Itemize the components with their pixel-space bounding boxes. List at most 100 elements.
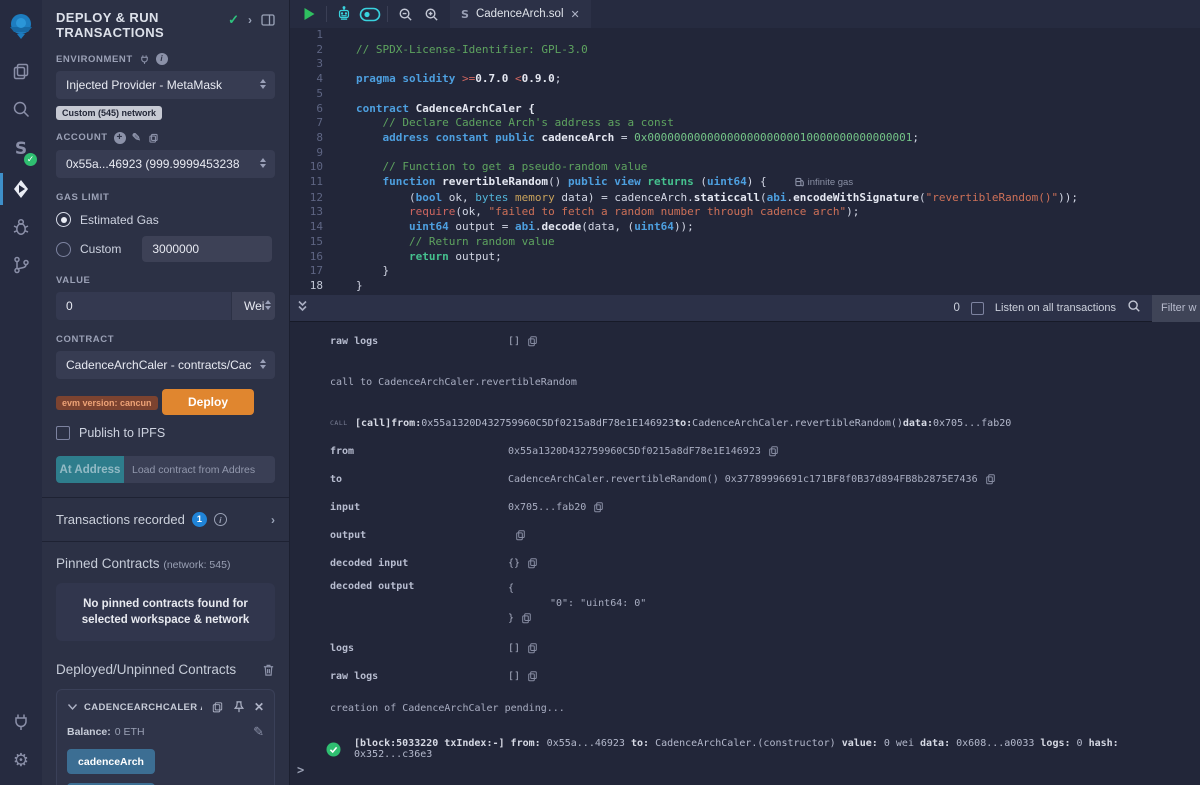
git-icon[interactable] [0,246,42,284]
value-input[interactable] [56,292,231,320]
pinned-empty-line1: No pinned contracts found for [66,596,265,612]
environment-label: ENVIRONMENT [56,54,133,65]
line-number: 7 [290,116,340,131]
trash-icon[interactable] [262,663,275,677]
value-unit: Wei [244,299,264,313]
code-text: } [340,264,389,279]
deployed-contract-card: CADENCEARCHCALER AT 0X ✕ Balance: 0 ETH … [56,689,275,785]
terminal-row: CALL[call] from: 0x55a1320D432759960C5Df… [330,409,1200,437]
line-number: 1 [290,28,340,43]
copy-icon[interactable] [516,530,525,541]
copy-icon[interactable] [769,446,778,457]
copy-icon[interactable] [986,474,995,485]
toggle-icon[interactable] [357,0,383,28]
file-explorer-icon[interactable] [0,52,42,90]
edit-icon[interactable]: ✎ [253,724,264,740]
code-line: 10 // Function to get a pseudo-random va… [290,160,1200,175]
pinned-contracts-title: Pinned Contracts [56,556,160,571]
pinned-empty-line2: selected workspace & network [66,612,265,628]
code-editor[interactable]: 12// SPDX-License-Identifier: GPL-3.034p… [290,28,1200,295]
remix-logo[interactable] [0,0,42,52]
toolbar-divider [387,6,388,22]
account-select[interactable]: 0x55a...46923 (999.9999453238 [56,150,275,178]
deploy-run-icon[interactable] [0,170,42,208]
contract-select[interactable]: CadenceArchCaler - contracts/Cac [56,351,275,379]
solidity-compiler-icon[interactable]: S ✓ [0,128,42,170]
edit-icon[interactable]: ✎ [132,131,142,144]
code-text: // Return random value [340,235,555,250]
account-label: ACCOUNT [56,132,108,143]
custom-gas-radio[interactable] [56,242,71,257]
estimated-gas-radio[interactable] [56,212,71,227]
publish-ipfs-label: Publish to IPFS [79,426,165,440]
zoom-in-icon[interactable] [418,0,444,28]
copy-icon[interactable] [528,558,537,569]
terminal[interactable]: raw logs[]call to CadenceArchCaler.rever… [290,322,1200,785]
terminal-row: output [330,521,1200,549]
at-address-button[interactable]: At Address [56,456,124,483]
code-text: // SPDX-License-Identifier: GPL-3.0 [340,43,588,58]
chevron-right-icon[interactable]: › [248,13,252,27]
line-number: 14 [290,220,340,235]
terminal-filter-input[interactable] [1152,295,1200,322]
chevron-down-icon[interactable] [67,703,78,711]
ai-assistant-icon[interactable] [331,0,357,28]
info-icon[interactable]: i [214,513,227,526]
cadence-arch-button[interactable]: cadenceArch [67,749,155,774]
plug-icon[interactable] [139,54,150,65]
environment-select[interactable]: Injected Provider - MetaMask [56,71,275,99]
plus-circle-icon[interactable]: + [114,132,126,144]
plugin-manager-icon[interactable] [0,703,42,741]
deploy-button[interactable]: Deploy [162,389,254,415]
pin-icon[interactable] [233,700,245,714]
code-text: contract CadenceArchCaler { [340,102,535,117]
listen-checkbox[interactable] [971,302,984,315]
code-text: address constant public cadenceArch = 0x… [340,131,919,146]
line-number: 9 [290,146,340,161]
copy-icon[interactable] [528,643,537,654]
close-icon[interactable]: ✕ [254,700,264,714]
solidity-file-icon: S [461,8,469,21]
settings-icon[interactable]: ⚙ [0,741,42,779]
terminal-row: decoded output{"0": "uint64: 0"} [330,577,1200,626]
select-arrows-icon [259,78,267,93]
copy-icon[interactable] [594,502,603,513]
tab-cadencearch[interactable]: S CadenceArch.sol ✕ [450,0,591,28]
transactions-count-badge: 1 [192,512,207,527]
split-view-icon[interactable] [261,14,275,26]
terminal-prompt[interactable]: > [297,763,304,777]
collapse-terminal-icon[interactable] [297,299,308,317]
select-arrows-icon [259,157,267,172]
line-number: 18 [290,279,340,294]
copy-icon[interactable] [148,132,159,144]
zoom-out-icon[interactable] [392,0,418,28]
terminal-row: toCadenceArchCaler.revertibleRandom() 0x… [330,465,1200,493]
value-unit-select[interactable]: Wei [231,292,275,320]
balance-label: Balance: [67,726,111,738]
line-number: 10 [290,160,340,175]
copy-icon[interactable] [528,671,537,682]
code-line: 14 uint64 output = abi.decode(data, (uin… [290,220,1200,235]
activity-bar: S ✓ ⚙ [0,0,42,785]
search-terminal-icon[interactable] [1127,299,1141,318]
code-line: 12 (bool ok, bytes memory data) = cadenc… [290,191,1200,206]
chevron-right-icon[interactable]: › [271,513,275,527]
line-number: 17 [290,264,340,279]
debugger-icon[interactable] [0,208,42,246]
custom-gas-input[interactable] [142,236,272,262]
copy-icon[interactable] [211,700,224,714]
divider [42,541,289,542]
pinned-network-label: (network: 545) [163,559,230,571]
play-icon[interactable] [296,0,322,28]
copy-icon[interactable] [528,336,537,347]
search-icon[interactable] [0,90,42,128]
transactions-recorded-row[interactable]: Transactions recorded 1 i › [42,498,289,541]
code-line: 4pragma solidity >=0.7.0 <0.9.0; [290,72,1200,87]
line-number: 12 [290,191,340,206]
copy-icon[interactable] [522,613,531,624]
close-icon[interactable]: ✕ [571,8,580,21]
at-address-input[interactable] [124,456,275,483]
balance-value: 0 ETH [115,726,145,738]
info-icon[interactable]: i [156,53,168,65]
publish-ipfs-checkbox[interactable] [56,426,70,440]
